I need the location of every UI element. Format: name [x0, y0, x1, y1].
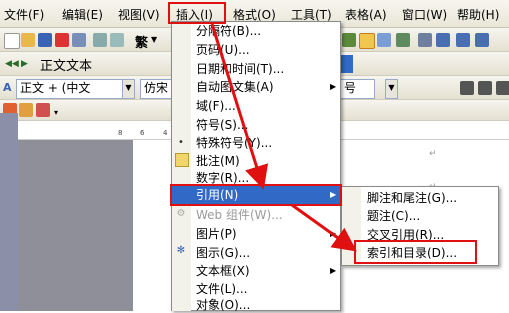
annotation-arrow-2: [291, 203, 357, 252]
annotation-arrow-1: [210, 23, 269, 190]
annotation-arrows: [210, 23, 357, 252]
